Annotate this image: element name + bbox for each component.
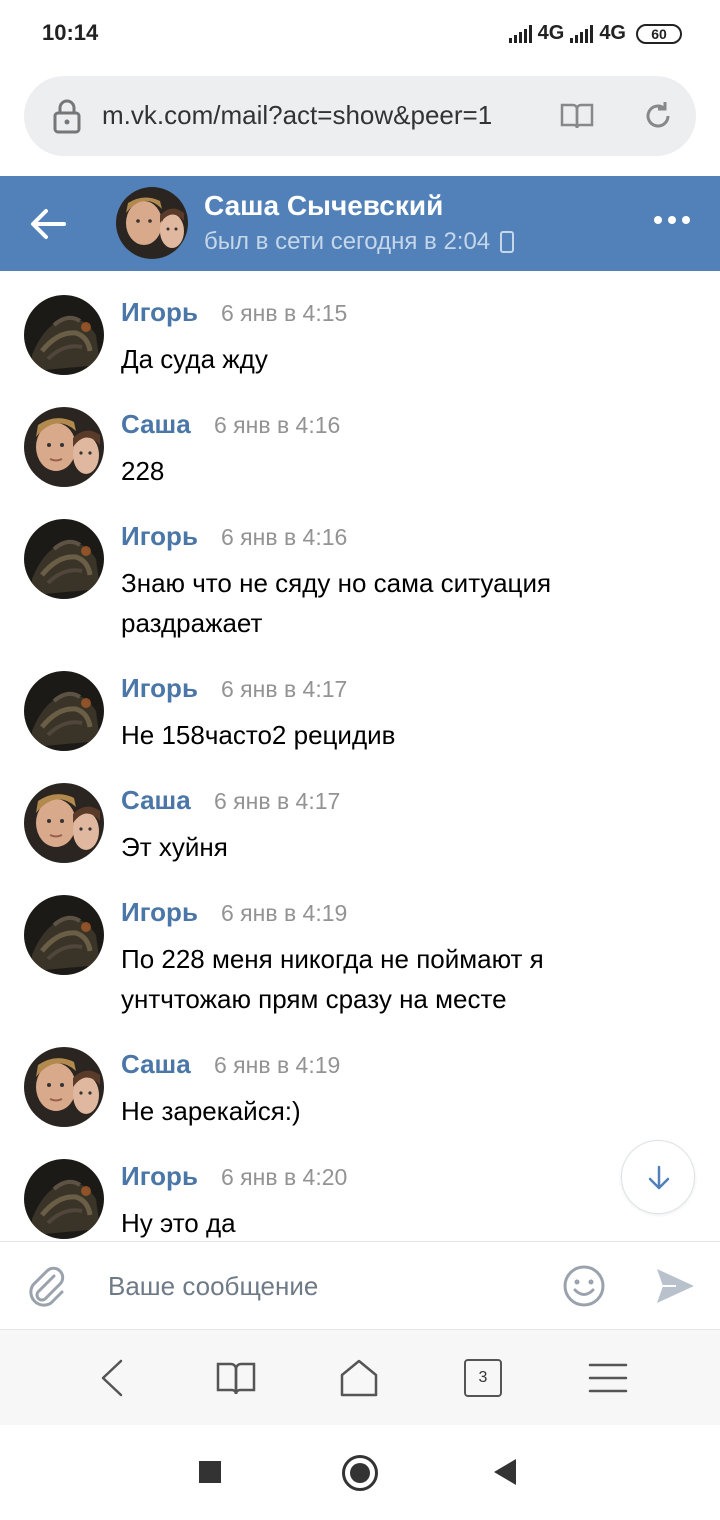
message-text: Да суда жду bbox=[121, 344, 268, 374]
home-icon[interactable] bbox=[339, 1358, 379, 1398]
message-text: По 228 меня никогда не поймают я унтчтож… bbox=[121, 944, 544, 1014]
reload-icon[interactable] bbox=[642, 100, 674, 132]
contact-name[interactable]: Саша Сычевский bbox=[204, 190, 443, 222]
contact-avatar[interactable] bbox=[116, 187, 188, 259]
message-time: 6 янв в 4:19 bbox=[214, 1052, 341, 1078]
message-list: Игорь 6 янв в 4:15 Да суда жду Саша 6 янв в … bbox=[0, 271, 720, 1241]
message-author[interactable]: Игорь bbox=[121, 673, 198, 704]
last-seen-text: был в сети сегодня в 2:04 bbox=[204, 228, 491, 255]
contact-status: был в сети сегодня в 2:04 bbox=[204, 228, 515, 256]
message-time: 6 янв в 4:16 bbox=[214, 412, 341, 438]
reader-mode-icon[interactable] bbox=[560, 102, 594, 130]
lock-icon bbox=[53, 99, 81, 134]
igor-avatar[interactable] bbox=[24, 519, 104, 599]
message-author[interactable]: Саша bbox=[121, 785, 191, 816]
system-back-button[interactable] bbox=[494, 1459, 516, 1485]
message-time: 6 янв в 4:17 bbox=[214, 788, 341, 814]
system-navigation-bar bbox=[0, 1425, 720, 1520]
status-bar: 10:14 4G 4G 60 bbox=[0, 0, 720, 70]
message-author[interactable]: Саша bbox=[121, 409, 191, 440]
message-time: 6 янв в 4:15 bbox=[221, 300, 348, 326]
igor-avatar[interactable] bbox=[24, 1159, 104, 1239]
message-author[interactable]: Игорь bbox=[121, 1161, 198, 1192]
message-time: 6 янв в 4:19 bbox=[221, 900, 348, 926]
bookmarks-icon[interactable] bbox=[216, 1358, 256, 1398]
message-text: Ну это да bbox=[121, 1208, 236, 1238]
browser-back-icon[interactable] bbox=[93, 1358, 133, 1398]
home-button[interactable] bbox=[342, 1455, 378, 1491]
message-input[interactable] bbox=[96, 1256, 536, 1316]
network-type-2: 4G bbox=[599, 22, 626, 44]
sasha-avatar[interactable] bbox=[24, 783, 104, 863]
emoji-icon[interactable] bbox=[562, 1264, 606, 1308]
paperclip-icon[interactable] bbox=[24, 1262, 68, 1310]
url-text[interactable]: m.vk.com/mail?act=show&peer=1 bbox=[102, 100, 542, 131]
message-text: Не зарекайся:) bbox=[121, 1096, 301, 1126]
menu-icon[interactable] bbox=[588, 1358, 628, 1398]
sasha-avatar[interactable] bbox=[24, 407, 104, 487]
mobile-phone-icon bbox=[500, 231, 515, 253]
signal-icon bbox=[508, 24, 532, 43]
address-bar[interactable]: m.vk.com/mail?act=show&peer=1 bbox=[24, 76, 696, 156]
message-text: 228 bbox=[121, 456, 165, 486]
browser-toolbar: 3 bbox=[0, 1329, 720, 1425]
battery-icon: 60 bbox=[636, 23, 682, 44]
message-author[interactable]: Саша bbox=[121, 1049, 191, 1080]
message-author[interactable]: Игорь bbox=[121, 297, 198, 328]
message-text: Знаю что не сяду но сама ситуация раздра… bbox=[121, 568, 552, 638]
message-time: 6 янв в 4:20 bbox=[221, 1164, 348, 1190]
back-arrow-icon[interactable] bbox=[28, 204, 68, 244]
igor-avatar[interactable] bbox=[24, 295, 104, 375]
send-icon[interactable] bbox=[654, 1266, 696, 1306]
message-author[interactable]: Игорь bbox=[121, 521, 198, 552]
message-author[interactable]: Игорь bbox=[121, 897, 198, 928]
igor-avatar[interactable] bbox=[24, 671, 104, 751]
message-text: Не 158часто2 рецидив bbox=[121, 720, 396, 750]
status-indicators: 4G 4G 60 bbox=[508, 22, 682, 45]
message-text: Эт хуйня bbox=[121, 832, 228, 862]
more-options-icon[interactable] bbox=[654, 216, 690, 226]
recent-apps-button[interactable] bbox=[199, 1461, 221, 1483]
igor-avatar[interactable] bbox=[24, 895, 104, 975]
signal-icon-2 bbox=[570, 24, 594, 43]
arrow-down-icon bbox=[648, 1165, 670, 1190]
chat-header: Саша Сычевский был в сети сегодня в 2:04 bbox=[0, 176, 720, 271]
sasha-avatar[interactable] bbox=[24, 1047, 104, 1127]
message-time: 6 янв в 4:16 bbox=[221, 524, 348, 550]
status-time: 10:14 bbox=[42, 20, 99, 45]
message-composer bbox=[0, 1241, 720, 1329]
tabs-count-button[interactable]: 3 bbox=[464, 1359, 502, 1397]
network-type-1: 4G bbox=[537, 22, 565, 44]
message-time: 6 янв в 4:17 bbox=[221, 676, 348, 702]
scroll-down-button[interactable] bbox=[621, 1140, 695, 1214]
